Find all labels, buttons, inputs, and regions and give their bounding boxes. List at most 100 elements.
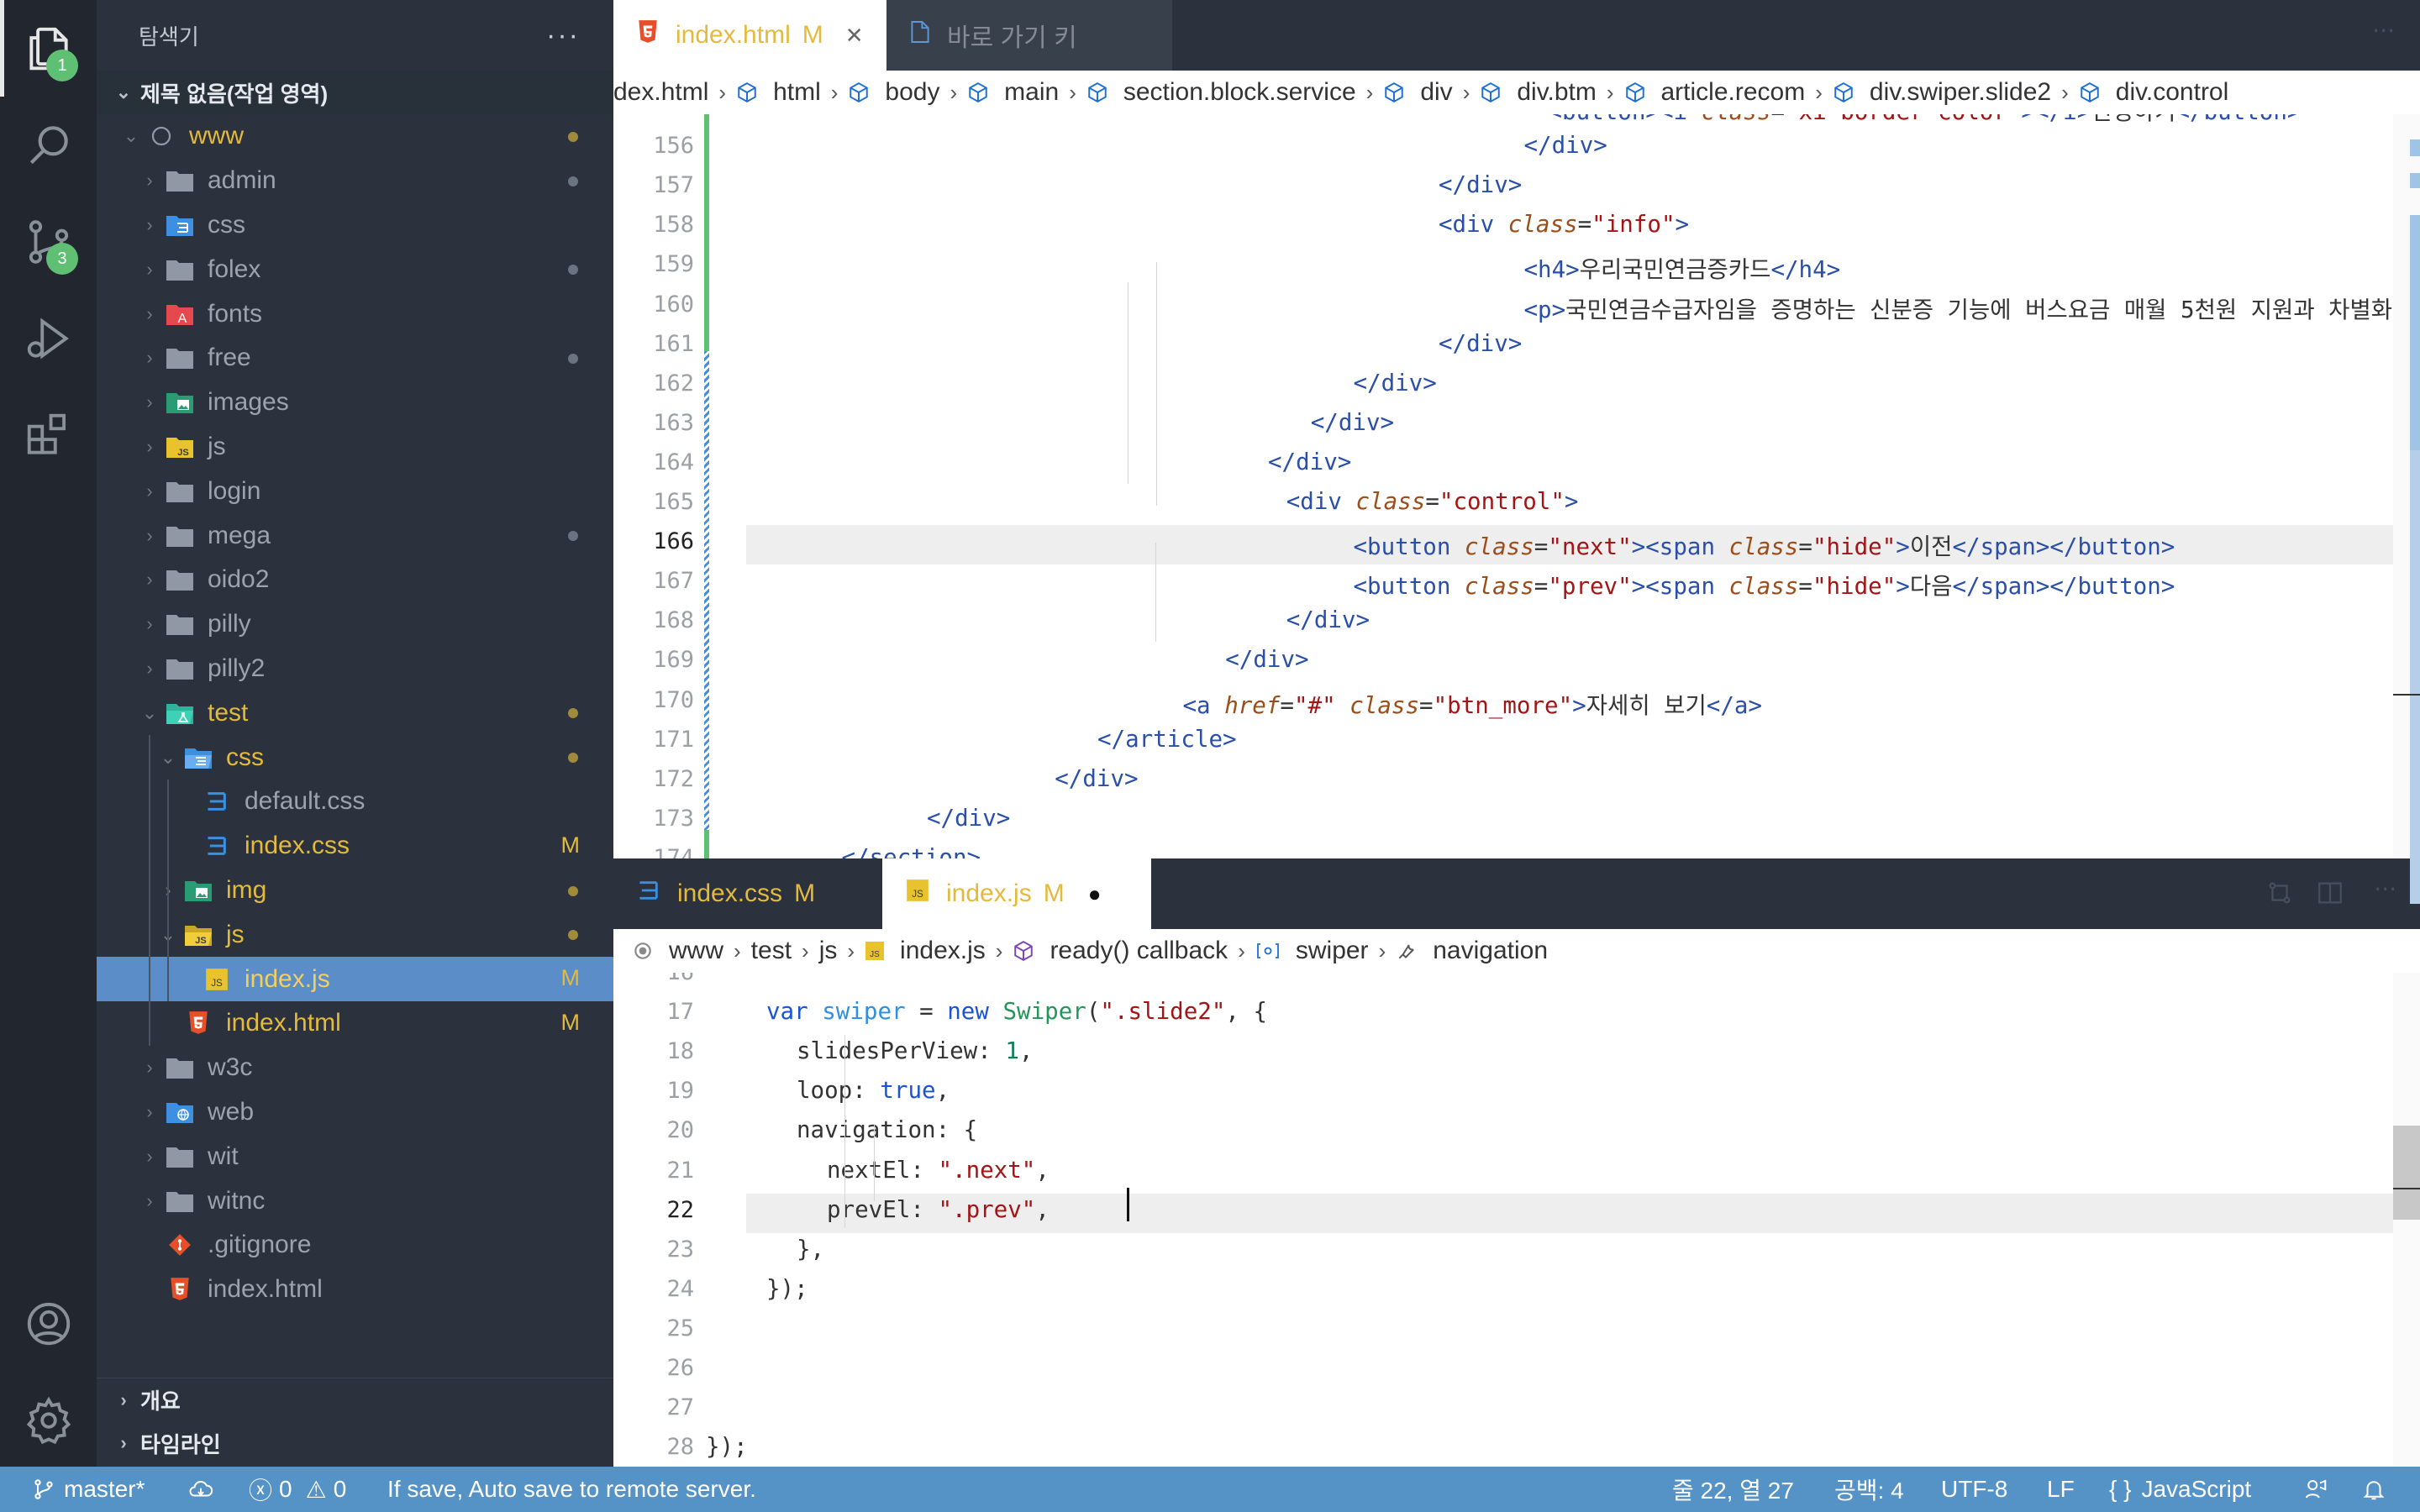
top-code-view[interactable]: 155 <button><i class="xi-border-color"></… bbox=[613, 114, 2420, 858]
breadcrumb-item[interactable]: › navigation bbox=[1369, 937, 1548, 965]
problems-indicator[interactable]: ⓧ 0 ⚠ 0 bbox=[249, 1467, 346, 1512]
tree-item-images[interactable]: › images bbox=[97, 381, 613, 425]
tree-item-mega[interactable]: › mega bbox=[97, 513, 613, 558]
tree-item-test[interactable]: ⌄ test bbox=[97, 690, 613, 735]
tree-item-default-css[interactable]: default.css bbox=[97, 780, 613, 824]
breadcrumb-item[interactable]: › js bbox=[792, 937, 837, 965]
tree-item-index-html[interactable]: index.html M bbox=[97, 1001, 613, 1046]
workspace-header[interactable]: ⌄ 제목 없음(작업 영역) bbox=[97, 71, 613, 114]
breadcrumb-item[interactable]: › main bbox=[939, 78, 1059, 107]
tree-item-index-html[interactable]: index.html bbox=[97, 1268, 613, 1312]
breadcrumb-item[interactable]: › JS index.js bbox=[837, 937, 985, 965]
chevron-right-icon: › bbox=[1238, 937, 1245, 963]
sync-icon[interactable] bbox=[187, 1467, 215, 1512]
breadcrumb-label: section.block.service bbox=[1123, 78, 1356, 106]
breadcrumb-item[interactable]: › div.btm bbox=[1453, 78, 1597, 107]
split-editor-icon[interactable] bbox=[2316, 879, 2344, 911]
tree-item-img[interactable]: ›img bbox=[97, 869, 613, 913]
account-icon[interactable] bbox=[0, 1275, 97, 1372]
tree-item-oido2[interactable]: › oido2 bbox=[97, 558, 613, 602]
outline-section[interactable]: › 개요 bbox=[97, 1378, 613, 1421]
code-line: </div> bbox=[1225, 646, 1309, 674]
feedback-icon[interactable] bbox=[2302, 1467, 2329, 1512]
more-actions-icon[interactable]: ··· bbox=[546, 19, 580, 52]
breadcrumb-item[interactable]: › swiper bbox=[1228, 937, 1368, 965]
bottom-code-view[interactable]: 16 17 var swiper = new Swiper(".slide2", {… bbox=[613, 973, 2420, 1467]
chevron-right-icon: › bbox=[146, 1100, 153, 1122]
tab-index-css[interactable]: index.css M bbox=[613, 858, 882, 929]
tree-item-pilly[interactable]: › pilly bbox=[97, 602, 613, 647]
html5-icon bbox=[637, 19, 659, 51]
breadcrumb-item[interactable]: dex.html bbox=[613, 78, 708, 107]
breadcrumb-item[interactable]: › article.recom bbox=[1597, 78, 1805, 107]
indent-guide bbox=[874, 1124, 875, 1201]
tree-item-www[interactable]: ⌄ www bbox=[97, 114, 613, 159]
end-of-line[interactable]: LF bbox=[2047, 1467, 2075, 1512]
symbol-icon bbox=[1255, 941, 1287, 961]
tree-item-js[interactable]: › JS js bbox=[97, 425, 613, 470]
indentation[interactable]: 공백: 4 bbox=[1834, 1467, 1904, 1512]
tree-item-js[interactable]: ⌄JSjs bbox=[97, 912, 613, 957]
bottom-scrollbar[interactable] bbox=[2393, 973, 2420, 1467]
tree-item-wit[interactable]: › wit bbox=[97, 1134, 613, 1179]
tab-index-html[interactable]: index.html M ✕ bbox=[613, 0, 886, 71]
more-actions-icon[interactable]: ··· bbox=[2372, 17, 2395, 45]
tab-shortcuts[interactable]: 바로 가기 키 bbox=[886, 0, 1172, 71]
branch-indicator[interactable]: master* bbox=[32, 1467, 145, 1512]
line-number: 158 bbox=[653, 212, 694, 239]
tree-item-login[interactable]: › login bbox=[97, 469, 613, 513]
breadcrumb-item[interactable]: › ready() callback bbox=[986, 937, 1228, 965]
folder-icon bbox=[164, 565, 196, 594]
line-number: 162 bbox=[653, 370, 694, 396]
explorer-icon[interactable]: 1 bbox=[0, 0, 97, 97]
status-bar: master* ⓧ 0 ⚠ 0 If save, Auto save to re… bbox=[0, 1467, 2420, 1512]
modified-badge: M bbox=[794, 879, 816, 907]
folder-icon bbox=[164, 1142, 196, 1171]
tree-item-pilly2[interactable]: › pilly2 bbox=[97, 647, 613, 691]
tree-item-admin[interactable]: › admin bbox=[97, 159, 613, 203]
tree-item-css[interactable]: ⌄ css bbox=[97, 735, 613, 780]
tree-item-css[interactable]: › css bbox=[97, 203, 613, 248]
tree-item-free[interactable]: › free bbox=[97, 336, 613, 381]
breadcrumb-item[interactable]: › test bbox=[723, 937, 792, 965]
extensions-icon[interactable] bbox=[0, 386, 97, 483]
compare-icon[interactable] bbox=[2265, 879, 2294, 911]
unsaved-dot-icon[interactable]: ● bbox=[1088, 881, 1102, 907]
code-line: </div> bbox=[1055, 764, 1139, 792]
tree-item-index-js[interactable]: JS index.js M bbox=[97, 957, 613, 1001]
tree-item-gitignore[interactable]: .gitignore bbox=[97, 1223, 613, 1268]
breadcrumb-item[interactable]: › html bbox=[708, 78, 820, 107]
breadcrumb-item[interactable]: › body bbox=[821, 78, 940, 107]
breadcrumb-item[interactable]: › div bbox=[1356, 78, 1453, 107]
more-actions-icon[interactable]: ··· bbox=[2374, 875, 2396, 903]
source-control-icon[interactable]: 3 bbox=[0, 193, 97, 290]
tree-item-label: www bbox=[189, 122, 244, 150]
chevron-right-icon: › bbox=[995, 937, 1003, 963]
settings-gear-icon[interactable] bbox=[0, 1372, 97, 1468]
notifications-bell-icon[interactable] bbox=[2361, 1467, 2386, 1512]
top-scrollbar[interactable] bbox=[2393, 114, 2420, 904]
chevron-right-icon: › bbox=[718, 79, 727, 105]
tree-item-w3c[interactable]: › w3c bbox=[97, 1046, 613, 1090]
timeline-section[interactable]: › 타임라인 bbox=[97, 1421, 613, 1465]
breadcrumb-item[interactable]: › section.block.service bbox=[1059, 78, 1355, 107]
tree-item-index-css[interactable]: index.css M bbox=[97, 824, 613, 869]
language-mode[interactable]: { } JavaScript bbox=[2109, 1467, 2251, 1512]
tree-item-folex[interactable]: › folex bbox=[97, 247, 613, 291]
breadcrumb-item[interactable]: › div.control bbox=[2051, 78, 2228, 107]
tree-item-web[interactable]: › web bbox=[97, 1090, 613, 1135]
search-icon[interactable] bbox=[0, 97, 97, 193]
encoding[interactable]: UTF-8 bbox=[1941, 1467, 2007, 1512]
close-icon[interactable]: ✕ bbox=[845, 23, 864, 49]
tree-item-fonts[interactable]: › Afonts bbox=[97, 291, 613, 336]
breadcrumb-item[interactable]: www bbox=[632, 937, 723, 965]
run-debug-icon[interactable] bbox=[0, 290, 97, 386]
chevron-right-icon: › bbox=[146, 657, 153, 679]
indent-guide bbox=[844, 1035, 845, 1228]
status-message: If save, Auto save to remote server. bbox=[387, 1476, 756, 1502]
code-line: <button><i class="xi-border-color"></i>신… bbox=[1549, 114, 2302, 126]
tab-index-js[interactable]: JS index.js M ● bbox=[882, 858, 1151, 929]
tree-item-witnc[interactable]: › witnc bbox=[97, 1179, 613, 1223]
breadcrumb-item[interactable]: › div.swiper.slide2 bbox=[1805, 78, 2051, 107]
cursor-position[interactable]: 줄 22, 열 27 bbox=[1672, 1467, 1794, 1512]
